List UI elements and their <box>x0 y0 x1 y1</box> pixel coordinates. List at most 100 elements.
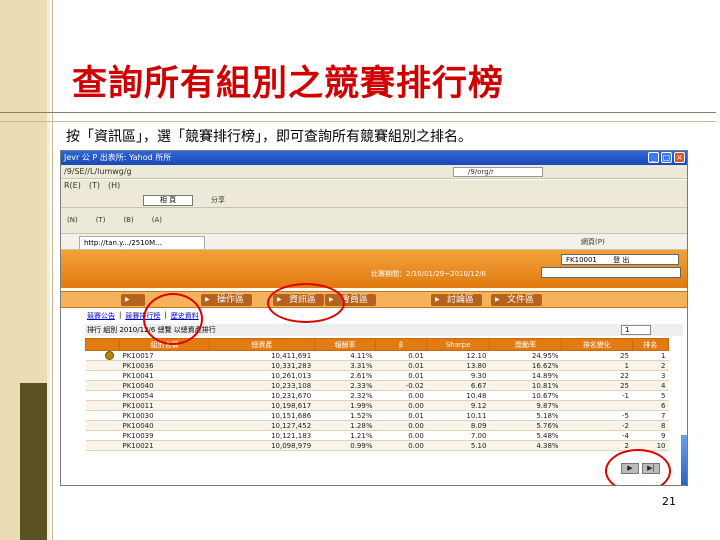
medal-cell <box>85 350 120 361</box>
account-box: FK10001 登 出 <box>561 254 679 265</box>
table-row: PK10011 10,198,617 1.99% 0.00 9.12 9.87% 6 <box>85 400 669 411</box>
nav-operation[interactable]: 操作區 <box>201 294 253 306</box>
table-row: PK10036 10,331,283 3.31% 0.01 13.80 16.62% 1 2 <box>85 360 669 371</box>
cell-beta: 0.01 <box>375 350 427 361</box>
cell-sharpe: 8.09 <box>426 420 490 431</box>
cell-award: 5.18% <box>489 410 562 421</box>
toolbar-item[interactable]: 分享 <box>211 195 225 205</box>
cell-assets: 10,411,691 <box>209 350 315 361</box>
cell-rank: 9 <box>632 430 669 441</box>
medal-cell <box>85 360 120 371</box>
cell-beta: 0.00 <box>375 440 427 451</box>
menu-item[interactable]: (T) <box>89 180 100 192</box>
browser-screenshot: Jevr 公 P 出表所: Yahod 所所 _ □ × /9/SE//L/lu… <box>60 150 688 486</box>
cell-team: PK10041 <box>119 370 210 381</box>
cell-ret: 0.99% <box>314 440 376 451</box>
competition-period: 比賽期間：2/10/01/29~2010/12/6 <box>371 270 487 278</box>
medal-icon <box>105 351 115 360</box>
cell-assets: 10,198,617 <box>209 400 315 411</box>
search-button[interactable]: 相 頁 <box>143 195 193 206</box>
cell-sharpe: 10.11 <box>426 410 490 421</box>
cell-sharpe: 13.80 <box>426 360 490 371</box>
menu-item[interactable]: R(E) <box>64 180 81 192</box>
cell-beta: 0.00 <box>375 400 427 411</box>
medal-cell <box>85 420 120 431</box>
cell-change: 25 <box>561 380 633 391</box>
column-header: 總資產 <box>209 338 315 351</box>
account-id: FK10001 <box>566 256 597 264</box>
cell-beta: 0.01 <box>375 410 427 421</box>
search-toolbar: 相 頁 分享 <box>61 192 687 208</box>
logout-link[interactable]: 登 出 <box>613 256 629 264</box>
menu-item[interactable]: (H) <box>108 180 120 192</box>
cell-sharpe: 9.12 <box>426 400 490 411</box>
browser-search-field[interactable]: /9/org/r <box>453 167 543 177</box>
tab-bar: http://tan.y.../2510M... 網頁(P) <box>61 234 687 250</box>
address-bar[interactable]: /9/SE//L/lumwg/g /9/org/r <box>61 165 687 179</box>
cell-rank: 3 <box>632 370 669 381</box>
slide-caption: 按「資訊區」，選「競賽排行榜」，即可查詢所有競賽組別之排名。 <box>66 129 472 145</box>
nav-home[interactable] <box>121 294 145 306</box>
menu-bar: R(E) (T) (H) <box>61 180 687 192</box>
left-dark-bar <box>20 383 47 540</box>
medal-cell <box>85 440 120 451</box>
cell-award: 5.48% <box>489 430 562 441</box>
column-header: 排名變化 <box>561 338 633 351</box>
maximize-icon[interactable]: □ <box>661 152 672 163</box>
cell-award: 24.95% <box>489 350 562 361</box>
cell-ret: 4.11% <box>314 350 376 361</box>
cell-assets: 10,127,452 <box>209 420 315 431</box>
medal-cell <box>85 370 120 381</box>
column-header: Sharpe <box>426 338 490 351</box>
cell-rank: 6 <box>632 400 669 411</box>
browser-tab[interactable]: http://tan.y.../2510M... <box>79 236 205 249</box>
cell-beta: 0.00 <box>375 390 427 401</box>
title-rule-secondary <box>0 121 716 122</box>
page-select[interactable]: 1 <box>621 325 651 335</box>
subnav-announcement[interactable]: 競賽公告 <box>87 311 115 321</box>
cell-ret: 1.99% <box>314 400 376 411</box>
cell-assets: 10,233,108 <box>209 380 315 391</box>
page-menu[interactable]: 網頁(P) <box>581 237 605 247</box>
cell-beta: 0.01 <box>375 360 427 371</box>
annotation-circle-info <box>267 283 345 323</box>
address-text[interactable]: /9/SE//L/lumwg/g <box>64 167 132 176</box>
cell-team: PK10036 <box>119 360 210 371</box>
page-number: 21 <box>662 495 676 508</box>
medal-cell <box>85 430 120 441</box>
cell-rank: 4 <box>632 380 669 391</box>
minimize-icon[interactable]: _ <box>648 152 659 163</box>
title-rule <box>0 112 716 113</box>
cell-team: PK10040 <box>119 380 210 391</box>
cell-ret: 3.31% <box>314 360 376 371</box>
cell-change: -5 <box>561 410 633 421</box>
bookmark-item[interactable]: (N) <box>67 216 78 224</box>
table-row: PK10039 10,121,183 1.21% 0.00 7.00 5.48% -4 9 <box>85 430 669 441</box>
nav-forum[interactable]: 討論區 <box>431 294 483 306</box>
table-row: PK10030 10,151,686 1.52% 0.01 10.11 5.18% -5 7 <box>85 410 669 421</box>
bookmark-toolbar: (N) (T) (B) (A) <box>61 208 687 234</box>
cell-sharpe: 5.10 <box>426 440 490 451</box>
cell-team: PK10021 <box>119 440 210 451</box>
competition-select[interactable] <box>541 267 681 278</box>
ranking-body: PK10017 10,411,691 4.11% 0.01 12.10 24.95% 25 1… <box>85 350 669 451</box>
close-icon[interactable]: × <box>674 152 685 163</box>
bookmark-items: (N) (T) (B) (A) <box>67 216 162 224</box>
nav-documents[interactable]: 文件區 <box>491 294 543 306</box>
accent-vertical-line <box>52 0 53 540</box>
cell-beta: 0.00 <box>375 420 427 431</box>
cell-award: 10.67% <box>489 390 562 401</box>
bookmark-item[interactable]: (B) <box>123 216 133 224</box>
cell-ret: 1.28% <box>314 420 376 431</box>
cell-rank: 1 <box>632 350 669 361</box>
annotation-circle-pager <box>605 449 671 485</box>
cell-team: PK10039 <box>119 430 210 441</box>
bookmark-item[interactable]: (A) <box>152 216 162 224</box>
table-row: PK10054 10,231,670 2.32% 0.00 10.48 10.67% -1 5 <box>85 390 669 401</box>
bookmark-item[interactable]: (T) <box>96 216 106 224</box>
cell-assets: 10,151,686 <box>209 410 315 421</box>
cell-rank: 5 <box>632 390 669 401</box>
medal-cell <box>85 380 120 391</box>
cell-team: PK10054 <box>119 390 210 401</box>
left-band-edge <box>47 0 50 540</box>
